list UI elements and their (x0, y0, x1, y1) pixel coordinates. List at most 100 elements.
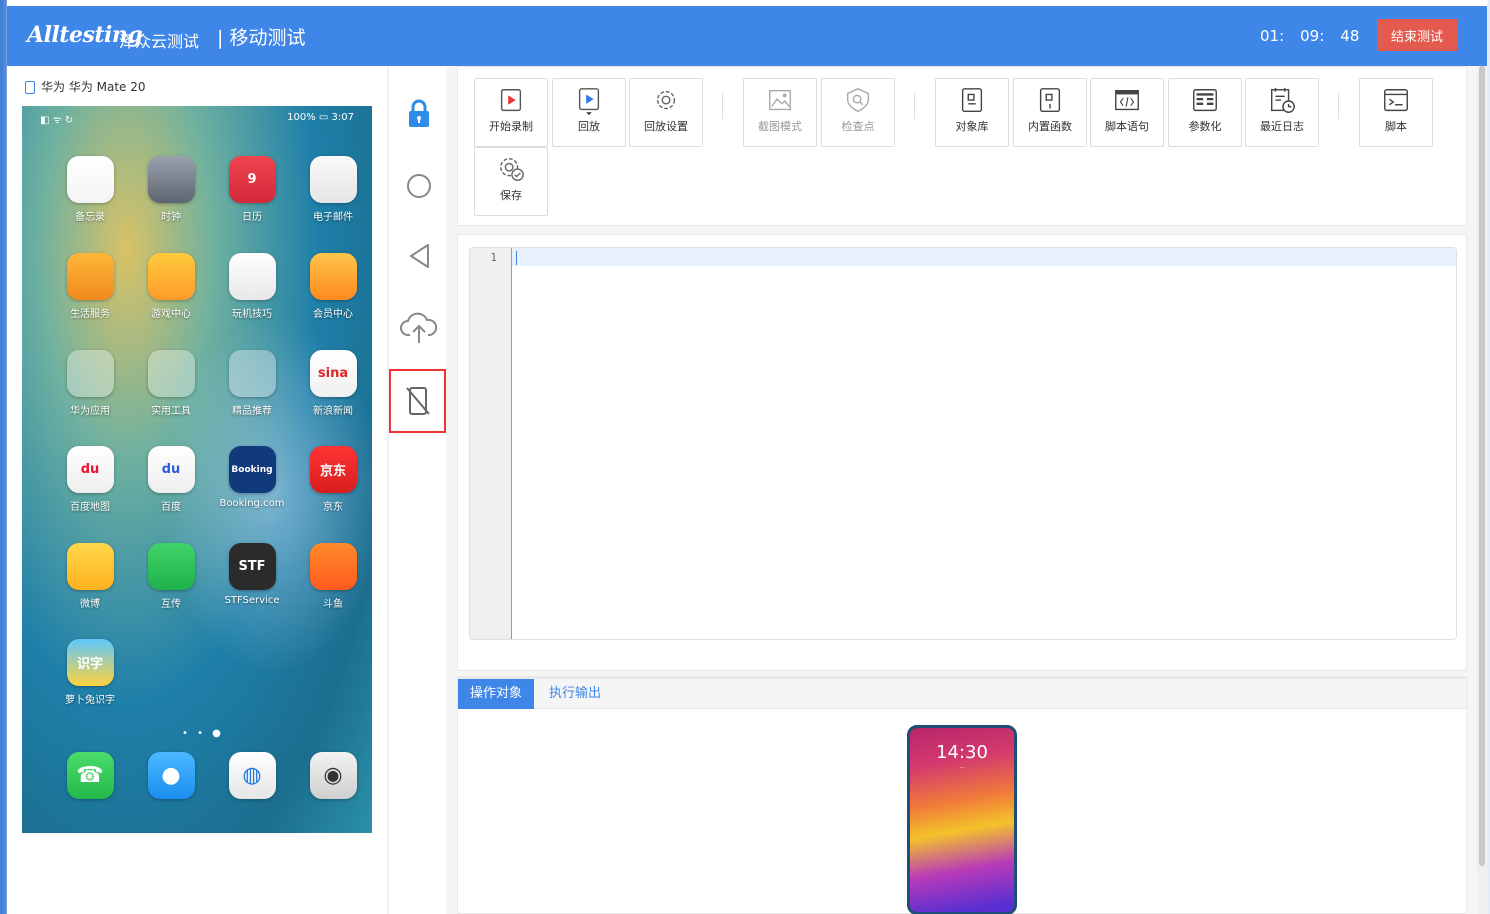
script-statement-icon (1115, 89, 1139, 111)
object-library-icon (961, 88, 983, 113)
app-tips[interactable]: 玩机技巧 (212, 253, 292, 320)
app-label: 时钟 (161, 212, 181, 223)
app-transfer[interactable]: 互传 (131, 543, 211, 610)
app-memo[interactable]: 备忘录 (50, 156, 130, 223)
page-scrollbar[interactable] (1477, 66, 1487, 914)
app-label: 实用工具 (151, 406, 191, 417)
folder-icon (66, 350, 114, 397)
toolbar-button-label: 回放设置 (644, 120, 688, 133)
record-button[interactable]: 开始录制 (474, 78, 548, 147)
app-gamepad[interactable]: 游戏中心 (131, 253, 211, 320)
save-button[interactable]: 保存 (474, 147, 548, 216)
checkpoint-button: 检查点 (821, 78, 895, 147)
logo-subtitle: 泽众云测试 (119, 32, 200, 51)
toolbar-button-label: 内置函数 (1028, 120, 1072, 133)
playback-button[interactable]: 回放 (552, 78, 626, 147)
object-library-button[interactable]: 对象库 (935, 78, 1009, 147)
phone-off-icon (405, 387, 430, 415)
dock-messages[interactable]: ● (131, 752, 211, 799)
upload-button[interactable] (397, 300, 441, 356)
script-button[interactable]: 脚本 (1359, 78, 1433, 147)
stf-icon: STF (228, 543, 276, 590)
cup-icon (66, 253, 114, 300)
back-triangle-icon (410, 244, 429, 268)
toolbar-button-label: 截图模式 (758, 120, 802, 133)
app-folder[interactable]: 实用工具 (131, 350, 211, 417)
end-test-button[interactable]: 结束测试 (1377, 19, 1457, 51)
app-label: 备忘录 (75, 212, 105, 223)
disconnect-device-button[interactable] (389, 369, 446, 433)
memo-icon (66, 156, 114, 203)
screenshot-icon (768, 89, 792, 111)
device-control-bar (388, 66, 446, 914)
app-label: 萝卜兔识字 (65, 695, 115, 706)
line-number: 1 (490, 251, 497, 264)
dock-camera[interactable]: ◉ (293, 752, 372, 799)
app-label: 日历 (242, 212, 262, 223)
lock-icon (409, 99, 429, 127)
app-rabbit[interactable]: 识字 萝卜兔识字 (50, 639, 130, 706)
builtin-function-icon (1039, 88, 1061, 113)
dock-browser[interactable]: ◍ (212, 752, 292, 799)
tab-operation-object[interactable]: 操作对象 (458, 679, 535, 709)
status-left: ◧ ᯤ ↻ (40, 115, 74, 126)
parameterize-icon (1193, 89, 1217, 112)
app-baidu[interactable]: du 百度 (131, 446, 211, 513)
mail-icon (309, 156, 357, 203)
app-label: 游戏中心 (151, 309, 191, 320)
script-icon (1384, 89, 1408, 112)
clock-icon (147, 156, 195, 203)
session-timer: 01: 09: 48 (1260, 27, 1375, 45)
parameterize-button[interactable]: 参数化 (1168, 78, 1242, 147)
booking-icon: Booking (228, 446, 276, 493)
lock-button[interactable] (397, 86, 441, 142)
app-cup[interactable]: 生活服务 (50, 253, 130, 320)
recent-log-button[interactable]: 最近日志 (1245, 78, 1319, 147)
app-label: 会员中心 (313, 309, 353, 320)
record-icon (500, 89, 522, 112)
app-icon-text: 京东 (319, 464, 346, 479)
app-folder[interactable]: 华为应用 (50, 350, 130, 417)
app-stf[interactable]: STF STFService (212, 543, 292, 606)
editor-container: 1 (457, 234, 1467, 671)
app-jd[interactable]: 京东 京东 (293, 446, 372, 513)
app-folder[interactable]: 精品推荐 (212, 350, 292, 417)
app-clock[interactable]: 时钟 (131, 156, 211, 223)
app-diamond[interactable]: 会员中心 (293, 253, 372, 320)
scrollbar-thumb[interactable] (1479, 66, 1485, 866)
builtin-function-button[interactable]: 内置函数 (1013, 78, 1087, 147)
device-phone-icon (25, 81, 35, 94)
app-label: 百度 (161, 502, 181, 513)
back-button[interactable] (397, 228, 441, 284)
toolbar-divider (914, 93, 915, 119)
tab-execution-output[interactable]: 执行输出 (537, 679, 613, 709)
script-editor[interactable]: 1 (469, 247, 1457, 640)
jd-icon: 京东 (309, 446, 357, 493)
app-icon-text: du (161, 462, 181, 477)
home-button[interactable] (397, 158, 441, 214)
dock-phone[interactable]: ☎ (50, 752, 130, 799)
device-preview-image: 14:30 ... (907, 725, 1017, 914)
settings-button[interactable]: 回放设置 (629, 78, 703, 147)
app-baidu-map[interactable]: du 百度地图 (50, 446, 130, 513)
app-calendar[interactable]: 9 日历 (212, 156, 292, 223)
app-douyu[interactable]: 斗鱼 (293, 543, 372, 610)
page-title: | 移动测试 (217, 27, 306, 49)
baidu-map-icon: du (66, 446, 114, 493)
app-weibo[interactable]: 微博 (50, 543, 130, 610)
app-booking[interactable]: Booking Booking.com (212, 446, 292, 509)
script-toolbar: 开始录制 回放 回放设置 截图模式 检查点 对象库 内置函数 脚本语句 参数化 最近日志 脚本保存 (457, 66, 1467, 226)
app-icon-text: 9 (247, 172, 257, 187)
app-label: 京东 (323, 502, 343, 513)
status-right: 100% ▭ 3:07 (287, 112, 354, 123)
baidu-icon: du (147, 446, 195, 493)
app-mail[interactable]: 电子邮件 (293, 156, 372, 223)
script-statement-button[interactable]: 脚本语句 (1090, 78, 1164, 147)
device-screen[interactable]: ◧ ᯤ ↻ 100% ▭ 3:07 • • ● 备忘录 时钟 9 日历 电子邮件 生活服务… (22, 106, 372, 833)
app-icon-text: du (80, 462, 100, 477)
app-icon-text: 识字 (76, 657, 103, 672)
rabbit-icon: 识字 (66, 639, 114, 686)
top-header: Alltesting 泽众云测试 | 移动测试 01: 09: 48 结束测试 (7, 0, 1487, 66)
diamond-icon (309, 253, 357, 300)
app-sina[interactable]: sina 新浪新闻 (293, 350, 372, 417)
